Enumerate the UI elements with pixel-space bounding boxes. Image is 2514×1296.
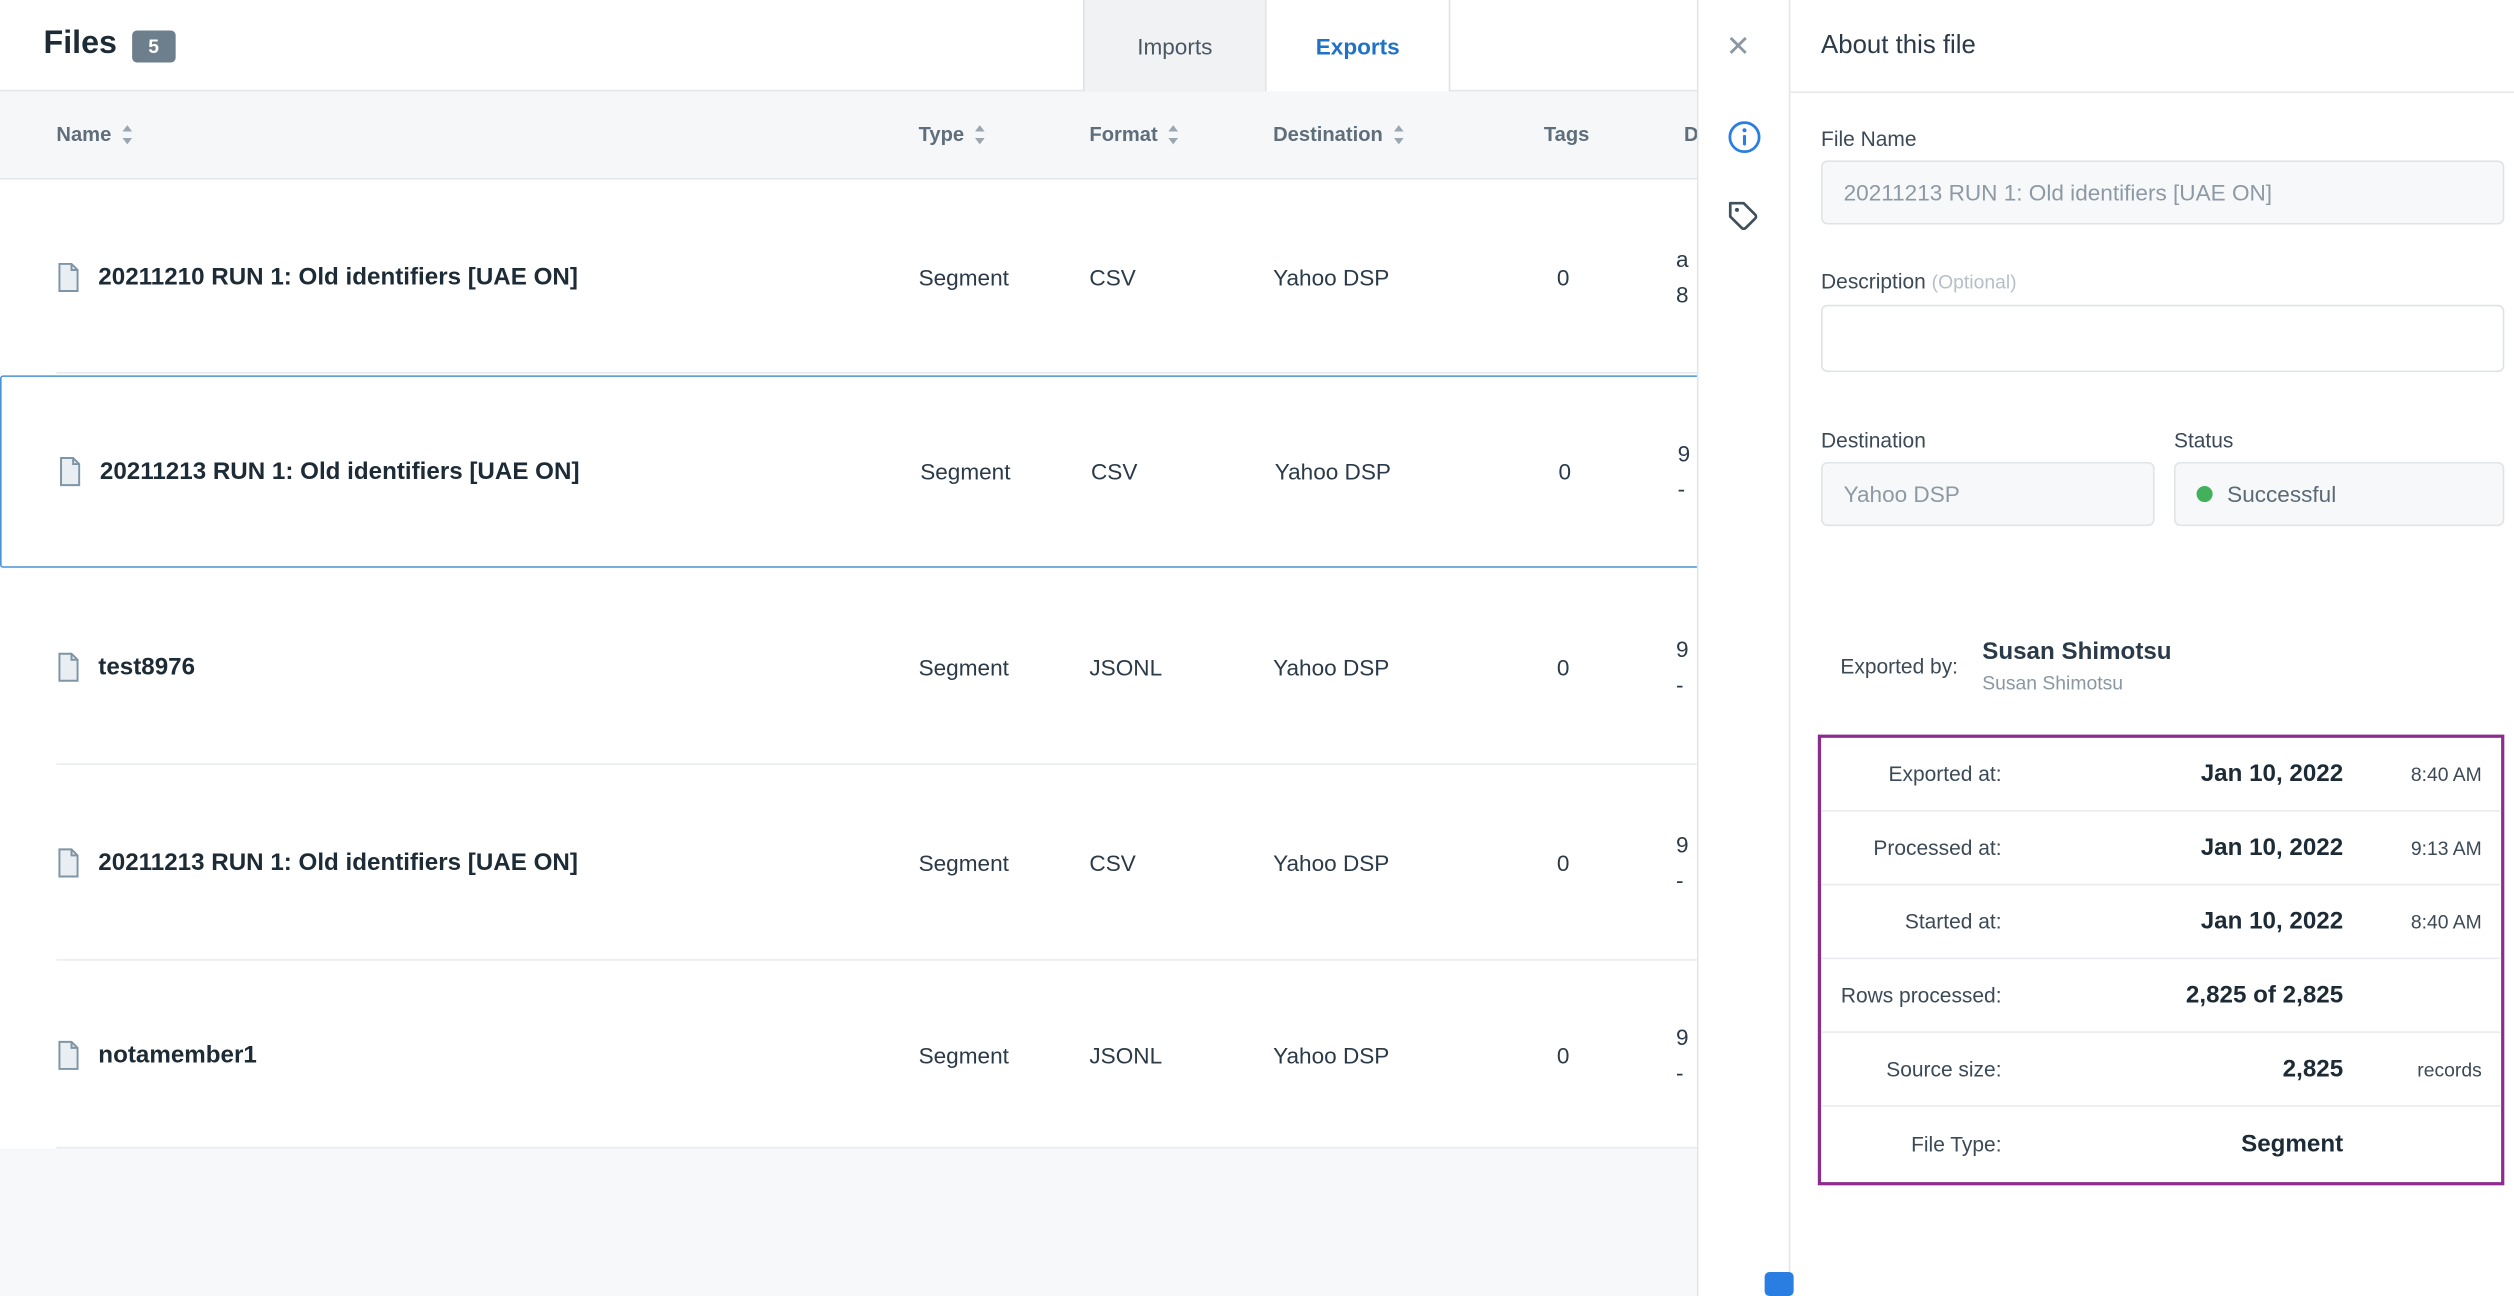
detail-value: 2,825 of 2,825: [2002, 982, 2350, 1009]
app-window: Files 5 Imports Exports Name Type Format…: [0, 0, 2514, 1296]
description-label: Description (Optional): [1821, 269, 2017, 293]
file-name-label: File Name: [1821, 127, 1916, 151]
detail-value: Segment: [2002, 1131, 2350, 1158]
detail-value: 2,825: [2002, 1056, 2350, 1083]
detail-row: File Type: Segment: [1821, 1107, 2501, 1181]
file-tags-count: 0: [1541, 1042, 1586, 1068]
description-input[interactable]: [1821, 305, 2504, 372]
file-tags-count: 0: [1541, 264, 1586, 290]
status-dot-icon: [2197, 486, 2213, 502]
sort-icon[interactable]: [1392, 125, 1405, 144]
file-name-cell: 20211210 RUN 1: Old identifiers [UAE ON]: [56, 261, 577, 291]
file-name-cell: notamember1: [56, 1039, 256, 1069]
file-tags-count: 0: [1541, 850, 1586, 876]
page-title: Files: [44, 26, 117, 63]
detail-row: Processed at: Jan 10, 2022 9:13 AM: [1821, 812, 2501, 886]
destination-label: Destination: [1821, 428, 1926, 452]
column-header-format[interactable]: Format: [1089, 124, 1180, 146]
exported-by-label: Exported by:: [1821, 654, 1982, 678]
file-destination: Yahoo DSP: [1273, 264, 1389, 290]
detail-label: Exported at:: [1840, 762, 2001, 786]
panel-rail: ✕: [1699, 0, 1791, 1296]
destination-input[interactable]: [1821, 462, 2155, 526]
file-name-input[interactable]: [1821, 160, 2504, 224]
status-field: Successful: [2174, 462, 2504, 526]
exported-by-name: Susan Shimotsu: [1982, 638, 2171, 665]
file-name-cell: 20211213 RUN 1: Old identifiers [UAE ON]: [58, 456, 579, 486]
detail-label: Rows processed:: [1840, 984, 2001, 1008]
file-icon: [56, 1039, 80, 1069]
file-format: CSV: [1089, 264, 1135, 290]
detail-row: Started at: Jan 10, 2022 8:40 AM: [1821, 886, 2501, 960]
file-name: 20211210 RUN 1: Old identifiers [UAE ON]: [98, 263, 578, 290]
column-header-name[interactable]: Name: [56, 124, 133, 146]
tab-exports[interactable]: Exports: [1267, 0, 1451, 91]
detail-value: Jan 10, 2022: [2002, 760, 2350, 787]
exported-by-block: Exported by: Susan Shimotsu Susan Shimot…: [1821, 638, 2504, 694]
detail-label: File Type:: [1840, 1132, 2001, 1156]
file-tags-count: 0: [1542, 459, 1587, 485]
file-type: Segment: [920, 459, 1010, 485]
detail-label: Source size:: [1840, 1058, 2001, 1082]
file-type: Segment: [919, 654, 1009, 680]
file-name-cell: 20211213 RUN 1: Old identifiers [UAE ON]: [56, 848, 577, 878]
sort-icon[interactable]: [974, 125, 987, 144]
detail-row: Rows processed: 2,825 of 2,825: [1821, 960, 2501, 1034]
detail-extra: 8:40 AM: [2350, 763, 2482, 785]
tab-imports[interactable]: Imports: [1083, 0, 1267, 91]
file-format: JSONL: [1089, 1042, 1162, 1068]
detail-value: Jan 10, 2022: [2002, 908, 2350, 935]
panel-title: About this file: [1821, 32, 1976, 61]
date-fragment: 9-: [1676, 827, 1699, 899]
file-type: Segment: [919, 850, 1009, 876]
divider: [1790, 91, 2514, 93]
date-fragment: 9-: [1676, 1019, 1699, 1091]
file-icon: [56, 848, 80, 878]
detail-extra: 8:40 AM: [2350, 911, 2482, 933]
file-detail-panel: ✕ About this file File Name Description …: [1697, 0, 2514, 1296]
close-icon[interactable]: ✕: [1726, 30, 1750, 64]
file-type: Segment: [919, 264, 1009, 290]
file-format: JSONL: [1089, 654, 1162, 680]
file-format: CSV: [1091, 459, 1137, 485]
column-header-tags: Tags: [1544, 124, 1590, 146]
file-name: notamember1: [98, 1041, 257, 1068]
file-destination: Yahoo DSP: [1273, 1042, 1389, 1068]
file-icon: [56, 652, 80, 682]
file-name-cell: test8976: [56, 652, 195, 682]
file-name: 20211213 RUN 1: Old identifiers [UAE ON]: [98, 849, 578, 876]
scroll-indicator[interactable]: [1765, 1272, 1794, 1296]
column-header-destination[interactable]: Destination: [1273, 124, 1405, 146]
file-destination: Yahoo DSP: [1275, 459, 1391, 485]
file-icon: [58, 456, 82, 486]
exported-by-subtext: Susan Shimotsu: [1982, 672, 2171, 694]
status-label: Status: [2174, 428, 2233, 452]
file-name: 20211213 RUN 1: Old identifiers [UAE ON]: [100, 458, 580, 485]
files-count-badge: 5: [132, 30, 175, 62]
sort-icon[interactable]: [121, 125, 134, 144]
column-header-type[interactable]: Type: [919, 124, 987, 146]
file-icon: [56, 261, 80, 291]
optional-hint: (Optional): [1932, 271, 2017, 293]
info-icon[interactable]: [1728, 120, 1762, 162]
detail-row: Exported at: Jan 10, 2022 8:40 AM: [1821, 738, 2501, 812]
tag-icon[interactable]: [1728, 200, 1760, 240]
detail-label: Started at:: [1840, 910, 2001, 934]
details-highlight-box: Exported at: Jan 10, 2022 8:40 AM Proces…: [1818, 735, 2505, 1186]
detail-extra: records: [2350, 1058, 2482, 1080]
status-value: Successful: [2227, 481, 2336, 507]
file-format: CSV: [1089, 850, 1135, 876]
detail-row: Source size: 2,825 records: [1821, 1034, 2501, 1108]
detail-label: Processed at:: [1840, 836, 2001, 860]
file-destination: Yahoo DSP: [1273, 654, 1389, 680]
file-tags-count: 0: [1541, 654, 1586, 680]
sort-icon[interactable]: [1167, 125, 1180, 144]
detail-extra: 9:13 AM: [2350, 837, 2482, 859]
date-fragment: a8: [1676, 241, 1699, 313]
file-name: test8976: [98, 654, 195, 681]
detail-value: Jan 10, 2022: [2002, 834, 2350, 861]
file-destination: Yahoo DSP: [1273, 850, 1389, 876]
date-fragment: 9-: [1676, 631, 1699, 703]
file-type: Segment: [919, 1042, 1009, 1068]
